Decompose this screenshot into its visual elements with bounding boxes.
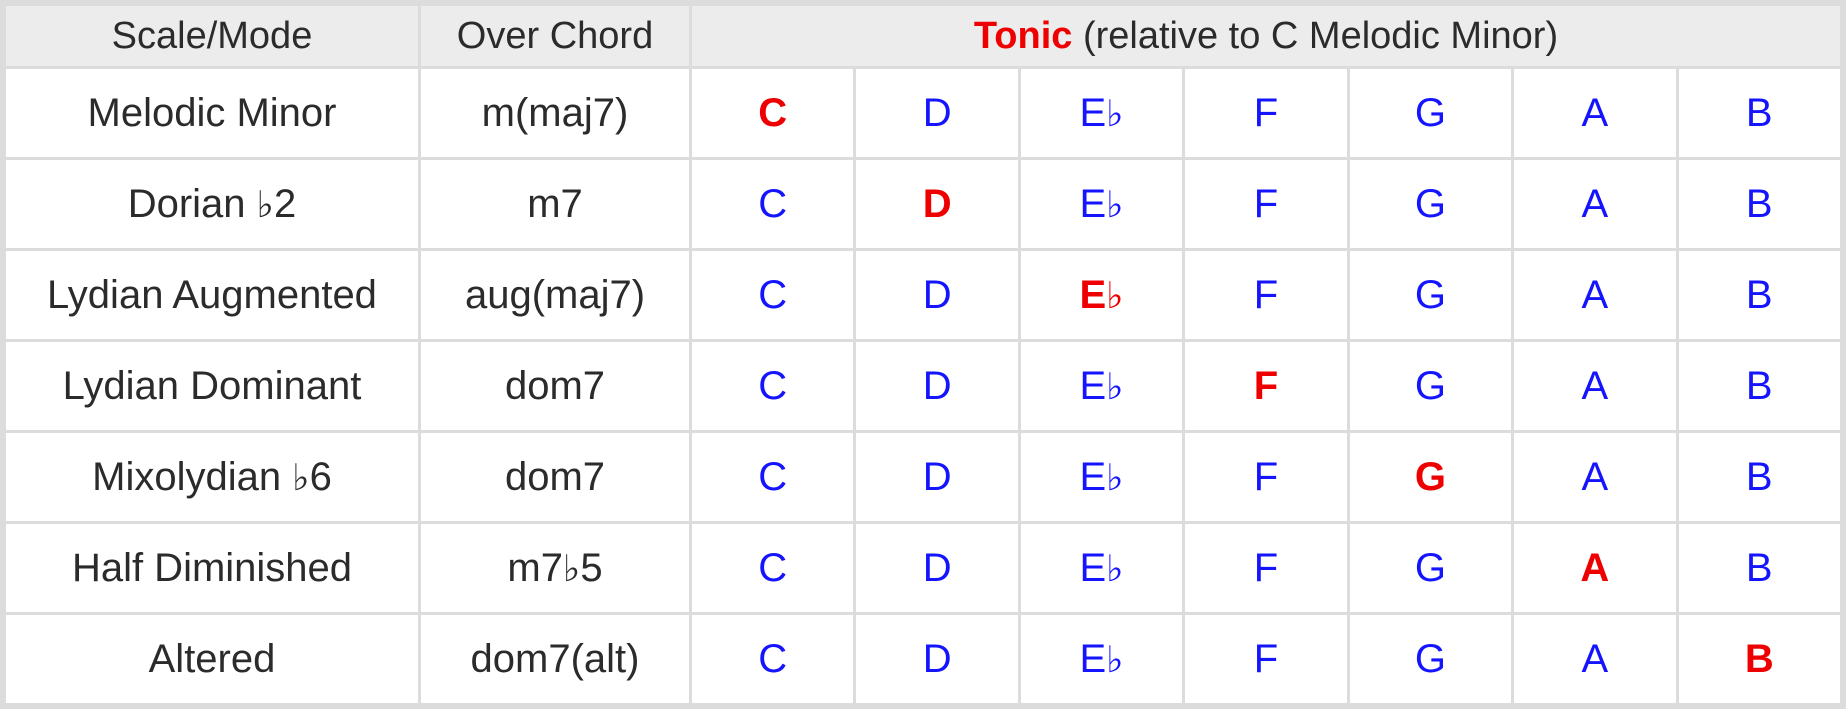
note-cell: F xyxy=(1185,433,1347,521)
table-row: Mixolydian ♭6 dom7 C D E♭ F G A B xyxy=(6,433,1840,521)
table-row: Lydian Dominant dom7 C D E♭ F G A B xyxy=(6,342,1840,430)
melodic-minor-modes-table: Scale/Mode Over Chord Tonic (relative to… xyxy=(3,3,1843,706)
note-cell: D xyxy=(856,433,1018,521)
scale-mode-cell: Mixolydian ♭6 xyxy=(6,433,418,521)
note-cell: F xyxy=(1185,524,1347,612)
note-cell: F xyxy=(1185,251,1347,339)
header-row: Scale/Mode Over Chord Tonic (relative to… xyxy=(6,6,1840,66)
over-chord-cell: m(maj7) xyxy=(421,69,689,157)
tonic-note-cell: C xyxy=(692,69,854,157)
note-cell: E♭ xyxy=(1020,342,1183,430)
tonic-note-cell: F xyxy=(1185,342,1347,430)
note-cell: C xyxy=(692,342,854,430)
note-cell: B xyxy=(1678,160,1840,248)
note-cell: E♭ xyxy=(1020,524,1183,612)
note-cell: D xyxy=(856,524,1018,612)
note-cell: D xyxy=(856,69,1018,157)
flat-symbol: ♭ xyxy=(562,546,581,590)
flat-symbol: ♭ xyxy=(292,455,310,499)
note-cell: F xyxy=(1185,69,1347,157)
scale-mode-cell: Altered xyxy=(6,615,418,703)
note-cell: G xyxy=(1349,615,1512,703)
tonic-note-cell: G xyxy=(1349,433,1512,521)
table-row: Lydian Augmented aug(maj7) C D E♭ F G A B xyxy=(6,251,1840,339)
note-cell: E♭ xyxy=(1020,69,1183,157)
header-over-chord: Over Chord xyxy=(421,6,689,66)
note-cell: C xyxy=(692,433,854,521)
note-cell: B xyxy=(1678,342,1840,430)
table-body: Melodic Minor m(maj7) C D E♭ F G A B Dorian ♭2 m7 C… xyxy=(6,69,1840,703)
table-row: Melodic Minor m(maj7) C D E♭ F G A B xyxy=(6,69,1840,157)
flat-symbol: ♭ xyxy=(1106,455,1124,499)
tonic-note-cell: E♭ xyxy=(1020,251,1183,339)
flat-symbol: ♭ xyxy=(1106,364,1124,408)
table-row: Half Diminished m7♭5 C D E♭ F G A B xyxy=(6,524,1840,612)
note-cell: C xyxy=(692,524,854,612)
note-cell: B xyxy=(1678,251,1840,339)
table-row: Dorian ♭2 m7 C D E♭ F G A B xyxy=(6,160,1840,248)
header-tonic-keyword: Tonic xyxy=(973,14,1073,57)
note-cell: A xyxy=(1514,160,1676,248)
scale-mode-cell: Half Diminished xyxy=(6,524,418,612)
note-cell: D xyxy=(856,342,1018,430)
header-tonic-qualifier: (relative to C Melodic Minor) xyxy=(1072,14,1559,57)
flat-symbol: ♭ xyxy=(256,182,275,226)
over-chord-cell: dom7 xyxy=(421,342,689,430)
note-cell: G xyxy=(1349,251,1512,339)
flat-symbol: ♭ xyxy=(1106,182,1124,226)
note-cell: E♭ xyxy=(1020,160,1183,248)
melodic-minor-modes-table-container: Scale/Mode Over Chord Tonic (relative to… xyxy=(0,0,1846,709)
note-cell: A xyxy=(1514,69,1676,157)
note-cell: D xyxy=(856,251,1018,339)
table-row: Altered dom7(alt) C D E♭ F G A B xyxy=(6,615,1840,703)
note-cell: A xyxy=(1514,615,1676,703)
note-cell: A xyxy=(1514,342,1676,430)
tonic-note-cell: B xyxy=(1678,615,1840,703)
scale-mode-cell: Lydian Dominant xyxy=(6,342,418,430)
tonic-note-cell: D xyxy=(856,160,1018,248)
over-chord-cell: dom7(alt) xyxy=(421,615,689,703)
over-chord-cell: m7 xyxy=(421,160,689,248)
header-tonic: Tonic (relative to C Melodic Minor) xyxy=(692,6,1840,66)
note-cell: G xyxy=(1349,69,1512,157)
tonic-note-cell: A xyxy=(1514,524,1676,612)
note-cell: E♭ xyxy=(1020,433,1183,521)
note-cell: C xyxy=(692,160,854,248)
note-cell: F xyxy=(1185,160,1347,248)
note-cell: B xyxy=(1678,69,1840,157)
scale-mode-cell: Lydian Augmented xyxy=(6,251,418,339)
note-cell: A xyxy=(1514,251,1676,339)
flat-symbol: ♭ xyxy=(1106,91,1124,135)
flat-symbol: ♭ xyxy=(1106,273,1124,317)
note-cell: D xyxy=(856,615,1018,703)
note-cell: G xyxy=(1349,160,1512,248)
over-chord-cell: dom7 xyxy=(421,433,689,521)
header-scale-mode: Scale/Mode xyxy=(6,6,418,66)
over-chord-cell: aug(maj7) xyxy=(421,251,689,339)
note-cell: G xyxy=(1349,524,1512,612)
table-header: Scale/Mode Over Chord Tonic (relative to… xyxy=(6,6,1840,66)
note-cell: B xyxy=(1678,433,1840,521)
note-cell: G xyxy=(1349,342,1512,430)
note-cell: A xyxy=(1514,433,1676,521)
flat-symbol: ♭ xyxy=(1106,637,1124,681)
over-chord-cell: m7♭5 xyxy=(421,524,689,612)
note-cell: E♭ xyxy=(1020,615,1183,703)
note-cell: F xyxy=(1185,615,1347,703)
note-cell: B xyxy=(1678,524,1840,612)
scale-mode-cell: Melodic Minor xyxy=(6,69,418,157)
note-cell: C xyxy=(692,615,854,703)
scale-mode-cell: Dorian ♭2 xyxy=(6,160,418,248)
note-cell: C xyxy=(692,251,854,339)
flat-symbol: ♭ xyxy=(1106,546,1124,590)
